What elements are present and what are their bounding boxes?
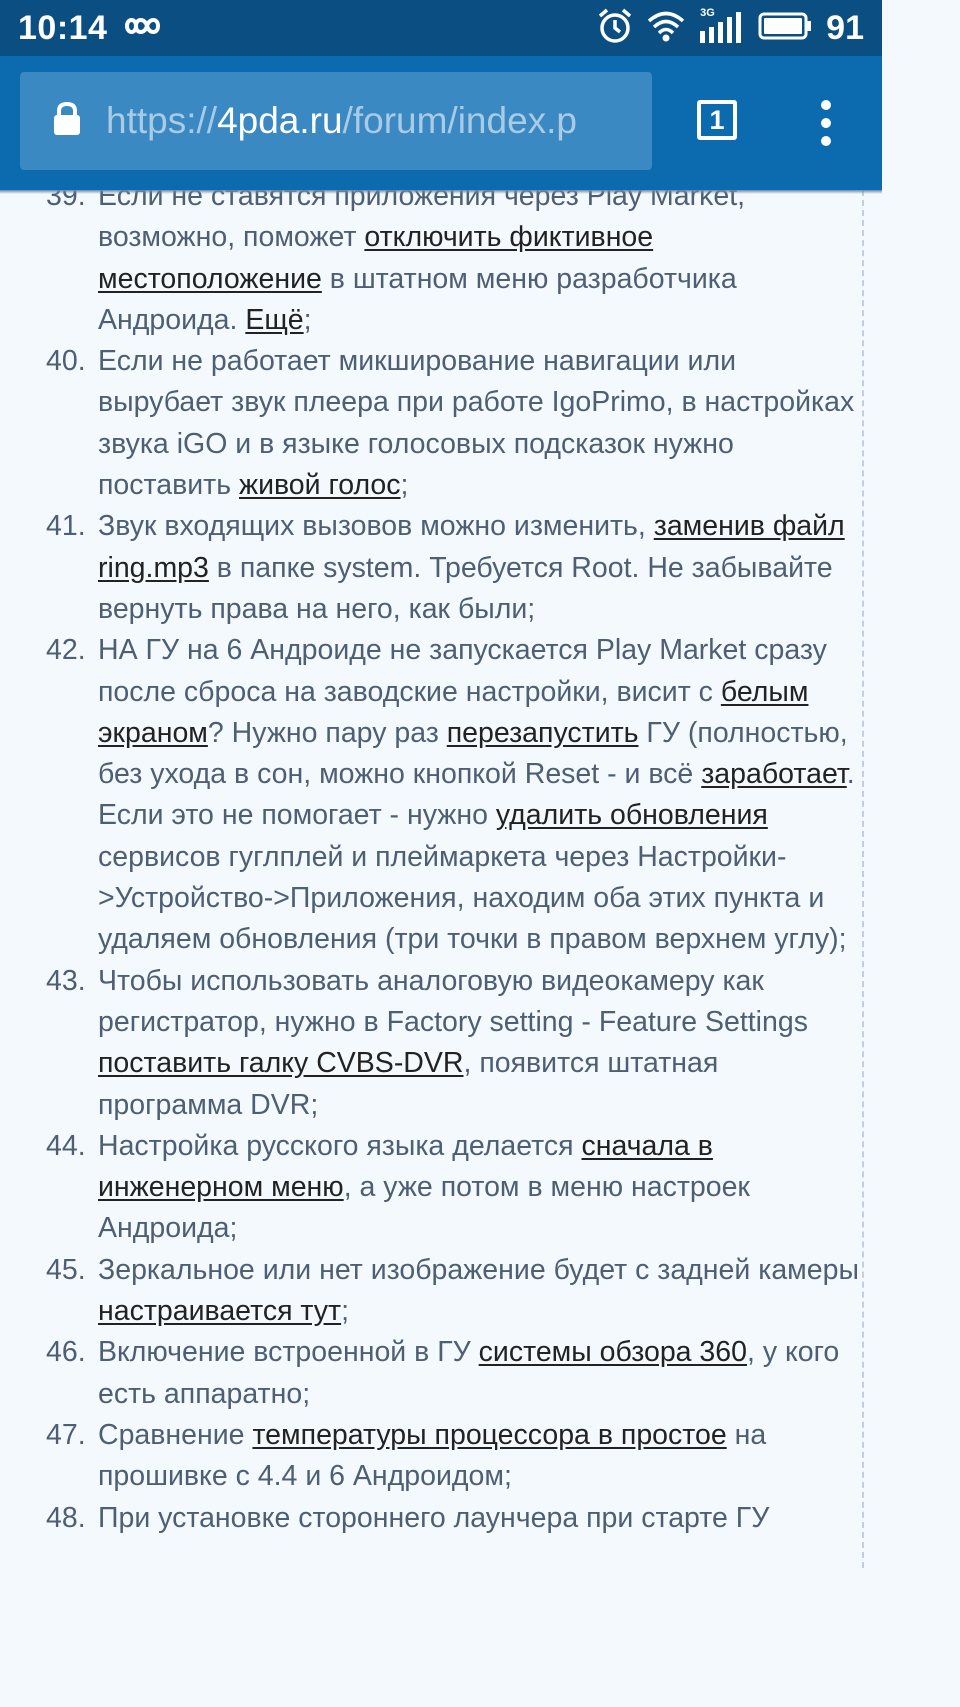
inline-link[interactable]: настраивается тут	[98, 1295, 341, 1327]
toolbar-shadow	[0, 190, 882, 194]
url-domain: 4pda.ru	[217, 100, 343, 141]
list-item: 43. Чтобы использовать аналоговую видеока…	[0, 961, 882, 1126]
battery-level: 91	[826, 8, 864, 47]
list-item: 48. При установке стороннего лаунчера при…	[0, 1498, 882, 1539]
list-item-number: 45.	[46, 1253, 86, 1286]
list-item-number: 48.	[46, 1501, 86, 1534]
list-item: 47. Сравнение температуры процессора в пр…	[0, 1415, 882, 1498]
inline-link[interactable]: поставить галку CVBS-DVR	[98, 1047, 463, 1079]
list-item-text: При установке стороннего лаунчера при ст…	[98, 1501, 770, 1534]
status-time: 10:14	[18, 8, 108, 47]
list-item-number: 44.	[46, 1129, 86, 1162]
list-item-text: Если не работает микширование навигации …	[98, 345, 855, 502]
list-item-text: НА ГУ на 6 Андроиде не запускается Play …	[98, 634, 827, 708]
list-item-text: Включение встроенной в ГУ	[98, 1336, 479, 1369]
list-item-number: 40.	[46, 345, 86, 378]
url-bar[interactable]: https://4pda.ru/forum/index.p	[20, 72, 652, 170]
list-item-text: Зеркальное или нет изображение будет с з…	[98, 1253, 859, 1286]
list-item-text: Чтобы использовать аналоговую видеокамер…	[98, 964, 808, 1038]
list-item-text: Настройка русского языка делается	[98, 1129, 582, 1162]
menu-dot	[821, 136, 831, 146]
list-item-text: Сравнение	[98, 1418, 253, 1451]
url-text[interactable]: https://4pda.ru/forum/index.p	[106, 100, 577, 142]
list-item: 41. Звук входящих вызовов можно изменить,…	[0, 506, 882, 630]
forum-post-content: 39. Если не ставятся приложения через Pla…	[0, 176, 882, 1568]
inline-link[interactable]: перезапустить	[447, 717, 639, 749]
list-item-number: 43.	[46, 964, 86, 997]
lock-icon	[52, 101, 82, 142]
url-prefix: https://	[106, 100, 218, 141]
signal-icon: 3G	[698, 7, 746, 45]
list-item-text: ? Нужно пару раз	[207, 716, 447, 749]
list-item: 42. НА ГУ на 6 Андроиде не запускается Pl…	[0, 630, 882, 960]
inline-link[interactable]: заработает	[701, 758, 847, 790]
menu-dot	[821, 100, 831, 110]
status-bar: 10:14 3G 91	[0, 0, 882, 56]
list-item: 44. Настройка русского языка делается сна…	[0, 1126, 882, 1250]
inline-link[interactable]: Ещё	[245, 304, 303, 336]
inline-link[interactable]: системы обзора 360	[479, 1336, 747, 1368]
list-item-text: в папке system. Требуется Root. Не забыв…	[98, 551, 833, 625]
inline-link[interactable]: живой голос	[239, 469, 401, 501]
list-item-number: 42.	[46, 634, 86, 667]
list-item-text: Звук входящих вызовов можно изменить,	[98, 510, 654, 543]
list-item-number: 47.	[46, 1418, 86, 1451]
wifi-icon	[646, 9, 686, 48]
alarm-icon	[596, 7, 634, 50]
tab-switcher-button[interactable]: 1	[697, 100, 737, 140]
list-item: 45. Зеркальное или нет изображение будет …	[0, 1250, 882, 1333]
url-path: /forum/index.p	[342, 100, 578, 141]
post-dashed-border	[862, 190, 864, 1568]
list-item-number: 41.	[46, 510, 86, 543]
inline-link[interactable]: температуры процессора в простое	[252, 1419, 726, 1451]
inline-link[interactable]: удалить обновления	[496, 799, 768, 831]
status-icons: 3G 91	[596, 7, 864, 50]
list-item: 40. Если не работает микширование навигац…	[0, 341, 882, 506]
list-item-text: сервисов гуглплей и плеймаркета через На…	[98, 840, 847, 956]
faq-list: 39. Если не ставятся приложения через Pla…	[0, 176, 882, 1539]
list-item: 46. Включение встроенной в ГУ системы обз…	[0, 1332, 882, 1415]
list-item-number: 46.	[46, 1336, 86, 1369]
list-item-text: ;	[341, 1295, 350, 1328]
battery-icon	[758, 11, 814, 46]
list-item-text: ;	[303, 303, 312, 336]
list-item: 39. Если не ставятся приложения через Pla…	[0, 176, 882, 341]
list-item-text: ;	[400, 469, 409, 502]
browser-toolbar: https://4pda.ru/forum/index.p 1	[0, 56, 882, 190]
overflow-menu-button[interactable]	[812, 88, 840, 158]
menu-dot	[821, 118, 831, 128]
infinity-icon	[125, 14, 169, 43]
